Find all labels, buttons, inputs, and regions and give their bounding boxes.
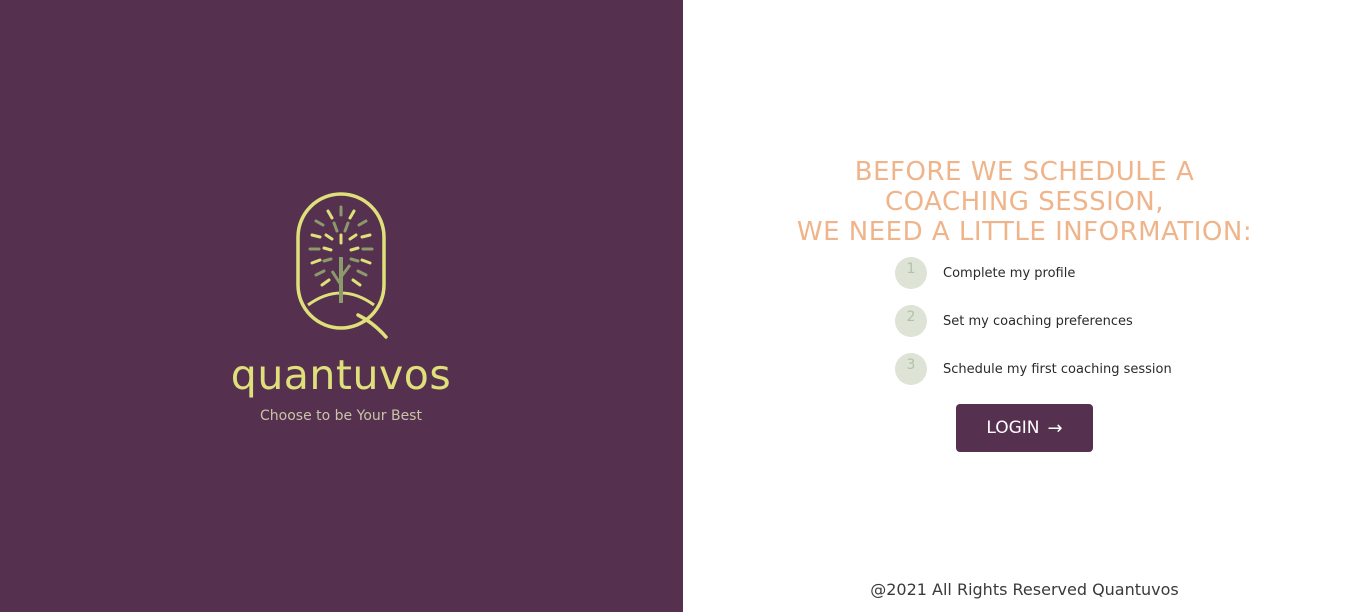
- heading-line-3: WE NEED A LITTLE INFORMATION:: [796, 217, 1253, 247]
- heading-line-2: COACHING SESSION,: [884, 187, 1164, 217]
- tree-in-arch-logo-icon: [296, 192, 388, 339]
- step-label: Schedule my first coaching session: [943, 361, 1172, 377]
- step-item-profile: 1 Complete my profile: [895, 257, 1172, 289]
- brand-tagline: Choose to be Your Best: [260, 408, 422, 424]
- arrow-right-icon: →: [1047, 417, 1063, 439]
- login-label: LOGIN: [986, 418, 1040, 438]
- step-label: Set my coaching preferences: [943, 313, 1133, 329]
- step-number-badge: 3: [895, 353, 927, 385]
- step-item-schedule: 3 Schedule my first coaching session: [895, 353, 1172, 385]
- step-number-badge: 1: [895, 257, 927, 289]
- brand-panel: quantuvos Choose to be Your Best: [0, 0, 683, 612]
- step-number-badge: 2: [895, 305, 927, 337]
- brand-name: quantuvos: [230, 351, 452, 399]
- step-item-preferences: 2 Set my coaching preferences: [895, 305, 1172, 337]
- logo: quantuvos Choose to be Your Best: [230, 180, 452, 430]
- login-button[interactable]: LOGIN →: [956, 404, 1093, 452]
- footer-copyright: @2021 All Rights Reserved Quantuvos: [870, 580, 1179, 599]
- page-heading: BEFORE WE SCHEDULE A COACHING SESSION, W…: [763, 157, 1286, 247]
- info-panel: BEFORE WE SCHEDULE A COACHING SESSION, W…: [683, 0, 1366, 612]
- heading-line-1: BEFORE WE SCHEDULE A: [854, 157, 1195, 187]
- steps-list: 1 Complete my profile 2 Set my coaching …: [895, 257, 1172, 401]
- step-label: Complete my profile: [943, 265, 1076, 281]
- page: quantuvos Choose to be Your Best BEFORE …: [0, 0, 1366, 612]
